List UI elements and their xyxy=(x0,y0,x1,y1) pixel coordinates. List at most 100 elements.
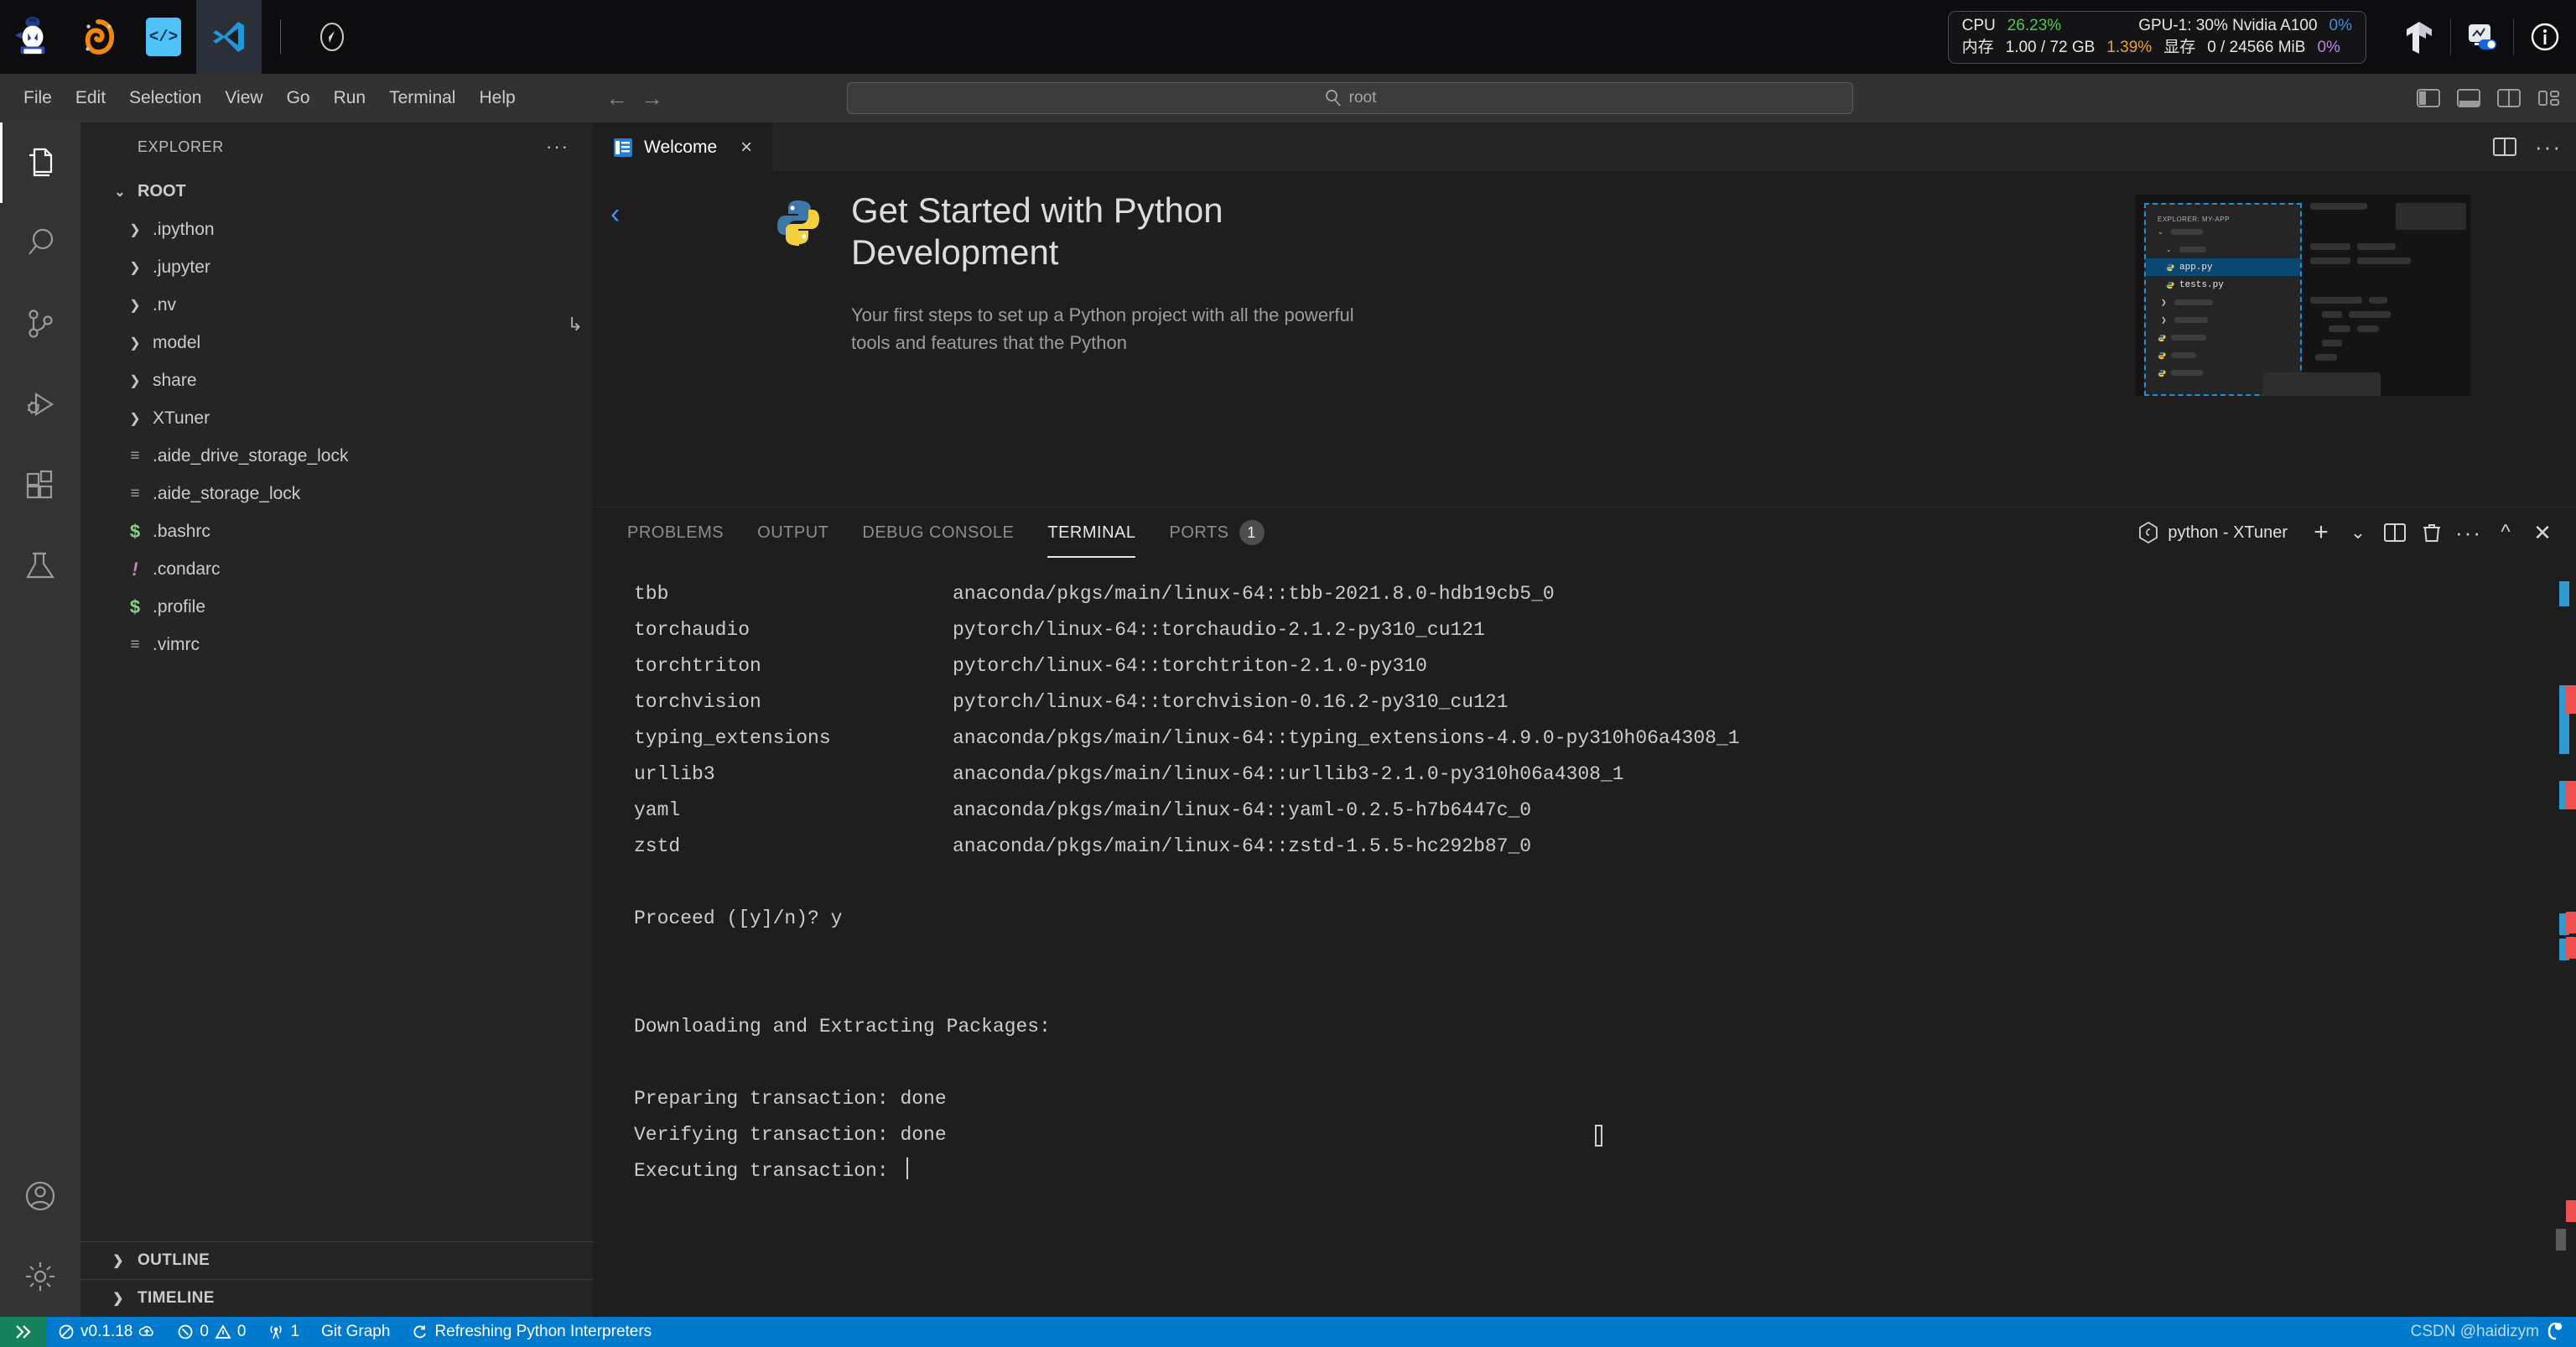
tree-row-bashrc[interactable]: $ .bashrc xyxy=(80,512,593,550)
activitybar-source-control[interactable] xyxy=(0,283,80,364)
sidebar-section-outline[interactable]: ❯ OUTLINE xyxy=(80,1241,594,1279)
remote-window-icon xyxy=(16,1325,31,1339)
tree-row-condarc[interactable]: ! .condarc xyxy=(80,550,593,588)
terminal-name-label: python - XTuner xyxy=(2168,523,2288,542)
kill-terminal-button[interactable] xyxy=(2413,514,2450,551)
quick-search-input[interactable]: root xyxy=(847,82,1853,114)
activitybar-search[interactable] xyxy=(0,203,80,283)
toggle-secondary-sidebar-button[interactable] xyxy=(2490,80,2527,117)
activitybar-explorer[interactable] xyxy=(0,122,80,203)
package-spec: anaconda/pkgs/main/linux-64::typing_exte… xyxy=(953,727,1740,749)
menu-run[interactable]: Run xyxy=(322,84,378,112)
package-name: torchaudio xyxy=(634,619,750,641)
terminal-output[interactable]: tbb anaconda/pkgs/main/linux-64::tbb-2021… xyxy=(594,558,2576,1317)
csdn-watermark: CSDN @haidizym xyxy=(2411,1317,2564,1347)
active-terminal-name[interactable]: python - XTuner xyxy=(2137,521,2288,544)
tree-row-share[interactable]: ❯ share xyxy=(80,361,593,399)
activitybar-testing[interactable] xyxy=(0,525,80,606)
go-back-icon[interactable]: ← xyxy=(603,84,631,112)
editor-more-actions-button[interactable]: ··· xyxy=(2532,131,2564,163)
toggle-panel-button[interactable] xyxy=(2450,80,2487,117)
os-app-aide[interactable] xyxy=(0,0,65,74)
customize-layout-button[interactable] xyxy=(2531,80,2568,117)
tree-row-model[interactable]: ❯ model xyxy=(80,324,593,361)
menu-go[interactable]: Go xyxy=(275,84,322,112)
tab-problems[interactable]: PROBLEMS xyxy=(610,507,740,558)
tree-row-profile[interactable]: $ .profile xyxy=(80,588,593,626)
tab-debug-console[interactable]: DEBUG CONSOLE xyxy=(845,507,1031,558)
tab-ports[interactable]: PORTS 1 xyxy=(1152,507,1280,558)
activitybar-manage[interactable] xyxy=(0,1236,80,1317)
chevron-up-icon: ^ xyxy=(2501,521,2511,543)
status-warning-count: 0 xyxy=(236,1323,247,1340)
welcome-back-button[interactable]: ‹ xyxy=(610,198,620,231)
package-spec: anaconda/pkgs/main/linux-64::urllib3-2.1… xyxy=(953,763,1624,785)
close-panel-button[interactable]: ✕ xyxy=(2524,514,2561,551)
text-file-icon: ≡ xyxy=(130,484,140,502)
tree-row-aide-drive-storage-lock[interactable]: ≡ .aide_drive_storage_lock xyxy=(80,437,593,475)
toggle-primary-sidebar-button[interactable] xyxy=(2410,80,2447,117)
chevron-down-icon: ⌄ xyxy=(2166,246,2172,253)
status-git-version[interactable]: v0.1.18 xyxy=(47,1317,166,1347)
menu-selection[interactable]: Selection xyxy=(117,84,213,112)
status-git-graph[interactable]: Git Graph xyxy=(310,1317,401,1347)
tensorflow-button[interactable] xyxy=(2388,0,2450,74)
compass-icon xyxy=(320,23,344,51)
sidebar-more-actions-icon[interactable]: ··· xyxy=(546,136,569,158)
chevron-down-icon: ⌄ xyxy=(2158,228,2163,236)
os-app-vscode[interactable] xyxy=(196,0,262,74)
terminal-overview-ruler[interactable] xyxy=(2553,558,2576,1317)
menu-help[interactable]: Help xyxy=(467,84,527,112)
status-radio-tower[interactable]: 1 xyxy=(257,1317,310,1347)
terminal-dropdown-button[interactable]: ⌄ xyxy=(2340,514,2376,551)
monitor-toggle-icon xyxy=(2469,24,2496,49)
split-editor-button[interactable] xyxy=(2489,131,2521,163)
tree-row-jupyter[interactable]: ❯ .jupyter xyxy=(80,248,593,286)
split-terminal-button[interactable] xyxy=(2376,514,2413,551)
activitybar-accounts[interactable] xyxy=(0,1156,80,1236)
menu-edit[interactable]: Edit xyxy=(64,84,117,112)
python-file-icon xyxy=(2166,281,2174,289)
maximize-panel-button[interactable]: ^ xyxy=(2487,514,2524,551)
monitor-toggle-button[interactable] xyxy=(2451,0,2513,74)
panel-actions: python - XTuner + ⌄ ··· ^ ✕ xyxy=(2137,507,2561,558)
activitybar-extensions[interactable] xyxy=(0,445,80,525)
new-terminal-button[interactable]: + xyxy=(2303,514,2340,551)
tree-row-nv[interactable]: ❯ .nv xyxy=(80,286,593,324)
tree-row-root[interactable]: ⌄ ROOT xyxy=(80,173,593,211)
activitybar-run-and-debug[interactable] xyxy=(0,364,80,445)
tree-item-label: .aide_drive_storage_lock xyxy=(153,445,349,465)
remote-window-button[interactable] xyxy=(0,1317,47,1347)
info-button[interactable] xyxy=(2514,0,2576,74)
split-editor-icon xyxy=(2493,138,2516,156)
os-app-compass[interactable] xyxy=(299,0,365,74)
anaconda-icon xyxy=(85,19,115,55)
menu-terminal[interactable]: Terminal xyxy=(377,84,467,112)
system-monitor-widget[interactable]: CPU 26.23% GPU-1: 30% Nvidia A100 0% 内存 … xyxy=(1947,10,2366,64)
code-server-icon: </> xyxy=(146,18,181,56)
status-python-interpreters[interactable]: Refreshing Python Interpreters xyxy=(401,1317,662,1347)
go-forward-icon[interactable]: → xyxy=(638,84,667,112)
error-icon xyxy=(178,1324,193,1339)
tab-output[interactable]: OUTPUT xyxy=(740,507,845,558)
file-tree: ⌄ ROOT ❯ .ipython ❯ .jupyter ❯ .nv ❯ mod… xyxy=(80,171,593,1317)
tab-welcome[interactable]: Welcome × xyxy=(594,122,773,171)
watermark-text: CSDN @haidizym xyxy=(2410,1323,2539,1340)
tree-row-aide-storage-lock[interactable]: ≡ .aide_storage_lock xyxy=(80,475,593,512)
sidebar-section-timeline[interactable]: ❯ TIMELINE xyxy=(80,1279,594,1317)
tree-row-vimrc[interactable]: ≡ .vimrc xyxy=(80,626,593,663)
status-problems[interactable]: 0 0 xyxy=(166,1317,257,1347)
os-app-code-server[interactable]: </> xyxy=(131,0,196,74)
editor-tab-actions: ··· xyxy=(2489,122,2564,171)
more-actions-icon: ··· xyxy=(2455,519,2482,545)
menu-file[interactable]: File xyxy=(12,84,64,112)
close-icon[interactable]: × xyxy=(735,136,757,159)
os-app-anaconda[interactable] xyxy=(65,0,131,74)
panel-more-actions-button[interactable]: ··· xyxy=(2450,514,2487,551)
workbench-body: EXPLORER ··· ⌄ ROOT ❯ .ipython ❯ .jupyte… xyxy=(0,122,2576,1317)
tree-item-label: .condarc xyxy=(153,559,221,579)
menu-view[interactable]: View xyxy=(213,84,274,112)
tab-terminal[interactable]: TERMINAL xyxy=(1031,507,1152,558)
tree-row-xtuner[interactable]: ❯ XTuner xyxy=(80,399,593,437)
tree-row-ipython[interactable]: ❯ .ipython xyxy=(80,211,593,248)
